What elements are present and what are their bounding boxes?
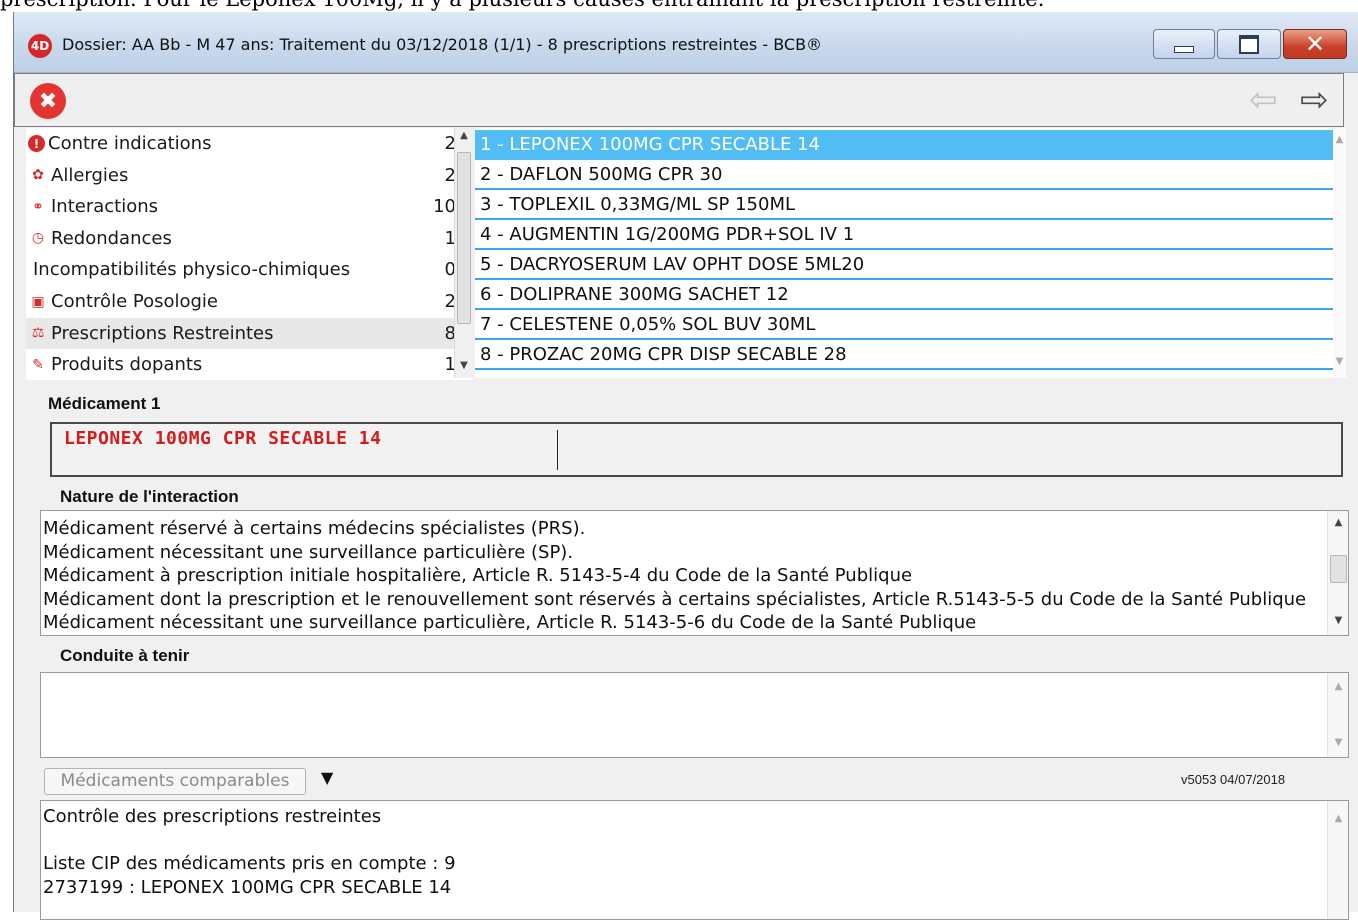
no-icon [28,260,30,280]
category-row[interactable]: ◷ Redondances 1 [26,223,458,254]
text-cursor [557,430,558,470]
category-label: Allergies [51,164,129,186]
scroll-up-icon[interactable]: ▲ [455,130,473,141]
scroll-down-icon[interactable]: ▼ [1328,737,1348,748]
drug-row[interactable]: 8 - PROZAC 20MG CPR DISP SECABLE 28 [475,340,1335,370]
toolbar: ✖ ⇦ ⇨ [14,73,1344,127]
dropdown-arrow-icon[interactable]: ▼ [321,768,333,787]
category-row[interactable]: Incompatibilités physico-chimiques 0 [26,254,458,285]
scroll-thumb[interactable] [457,152,471,324]
drug-row[interactable]: 1 - LEPONEX 100MG CPR SECABLE 14 [475,130,1335,160]
category-count: 1 [444,354,456,376]
maximize-button[interactable] [1217,29,1281,59]
nature-title: Nature de l'interaction [60,487,239,506]
log-line: Liste CIP des médicaments pris en compte… [43,853,456,874]
cancel-button[interactable]: ✖ [30,83,66,119]
category-scrollbar[interactable]: ▲ ▼ [454,128,473,378]
close-window-button[interactable]: ✕ [1283,29,1347,59]
title-bar: 4D Dossier: AA Bb - M 47 ans: Traitement… [14,12,1358,73]
category-label: Contrôle Posologie [51,291,218,312]
drug-row[interactable]: 6 - DOLIPRANE 300MG SACHET 12 [475,280,1335,310]
conduite-title: Conduite à tenir [60,646,190,665]
log-textarea[interactable]: Contrôle des prescriptions restreintes Li… [40,800,1349,920]
conduite-scrollbar[interactable]: ▲ ▼ [1327,673,1348,757]
window-title: Dossier: AA Bb - M 47 ans: Traitement du… [62,35,823,54]
scroll-up-icon[interactable]: ▲ [1328,813,1348,824]
category-row[interactable]: ⚖ Prescriptions Restreintes 8 [26,317,458,349]
scroll-down-icon[interactable]: ▼ [1333,356,1346,367]
scroll-down-icon[interactable]: ▼ [1328,615,1348,626]
scroll-thumb[interactable] [1330,555,1347,583]
minimize-button[interactable] [1153,29,1215,59]
category-row[interactable]: ✿ Allergies 2 [26,160,458,191]
minimize-icon [1174,45,1194,53]
category-count: 8 [444,322,456,344]
drug-row[interactable]: 5 - DACRYOSERUM LAV OPHT DOSE 5ML20 [475,250,1335,280]
caption-text: prescription. Pour le Leponex 100Mg, il … [0,0,1358,12]
scroll-up-icon[interactable]: ▲ [1333,134,1346,145]
dosage-control-icon: ▣ [31,293,45,310]
allergy-icon: ✿ [32,167,44,184]
drug-scrollbar[interactable]: ▲ ▼ [1333,128,1346,378]
log-line: Contrôle des prescriptions restreintes [43,806,382,827]
category-row[interactable]: ▣ Contrôle Posologie 2 [26,286,458,317]
drug-row[interactable]: 3 - TOPLEXIL 0,33MG/ML SP 150ML [475,190,1335,220]
maximize-icon [1239,34,1259,54]
drug-list: 1 - LEPONEX 100MG CPR SECABLE 14 2 - DAFL… [475,128,1346,378]
selected-drug-name: LEPONEX 100MG CPR SECABLE 14 [64,428,382,449]
drug-row[interactable]: 4 - AUGMENTIN 1G/200MG PDR+SOL IV 1 [475,220,1335,250]
category-label: Prescriptions Restreintes [51,322,274,344]
category-count: 2 [444,133,456,154]
category-label: Incompatibilités physico-chimiques [33,259,351,281]
category-label: Contre indications [48,133,212,154]
category-count: 2 [444,164,456,186]
category-count: 2 [444,291,456,312]
conduite-textarea[interactable]: ▲ ▼ [40,672,1349,758]
medicament-title: Médicament 1 [48,394,161,413]
interaction-icon: ⚭ [32,198,44,215]
version-label: v5053 04/07/2018 [1181,772,1286,787]
app-logo-icon: 4D [28,34,52,58]
category-row[interactable]: ! Contre indications 2 [26,128,458,159]
nature-line: Médicament dont la prescription et le re… [43,588,1307,610]
contraindication-icon: ! [28,135,45,152]
drug-row[interactable]: 2 - DAFLON 500MG CPR 30 [475,160,1335,190]
nature-line: Médicament réservé à certains médecins s… [43,518,586,539]
category-list: ! Contre indications 2 ✿ Allergies 2 ⚭ Interact… [26,128,473,380]
scroll-up-icon[interactable]: ▲ [1328,517,1348,528]
scroll-up-icon[interactable]: ▲ [1328,681,1348,692]
log-line: 2737199 : LEPONEX 100MG CPR SECABLE 14 [43,876,452,898]
previous-arrow-icon[interactable]: ⇦ [1249,80,1278,120]
close-icon: ✕ [1304,30,1326,58]
category-label: Redondances [51,227,172,249]
nature-line: Médicament à prescription initiale hospi… [43,565,913,586]
category-row[interactable]: ✎ Produits dopants 1 [26,349,458,380]
category-count: 0 [444,259,456,281]
drug-row[interactable]: 7 - CELESTENE 0,05% SOL BUV 30ML [475,310,1335,340]
nature-line: Médicament nécessitant une surveillance … [43,612,977,633]
scroll-down-icon[interactable]: ▼ [455,360,473,371]
category-row[interactable]: ⚭ Interactions 10 [26,191,458,222]
next-arrow-icon[interactable]: ⇨ [1300,80,1329,120]
close-circle-icon: ✖ [38,88,58,114]
doping-product-icon: ✎ [32,356,44,373]
category-count: 10 [433,196,456,218]
redundancy-icon: ◷ [31,230,45,247]
category-count: 1 [444,227,456,249]
nature-line: Médicament nécessitant une surveillance … [43,541,574,563]
selected-drug-box: LEPONEX 100MG CPR SECABLE 14 [50,422,1343,477]
nature-scrollbar[interactable]: ▲ ▼ [1327,511,1348,635]
log-scrollbar[interactable]: ▲ [1327,801,1348,919]
category-label: Interactions [51,196,159,218]
app-window: 4D Dossier: AA Bb - M 47 ans: Traitement… [13,12,1358,920]
restricted-prescription-icon: ⚖ [31,325,45,342]
nature-textarea[interactable]: Médicament réservé à certains médecins s… [40,510,1349,636]
category-label: Produits dopants [51,354,203,376]
comparables-button[interactable]: Médicaments comparables [44,768,306,795]
